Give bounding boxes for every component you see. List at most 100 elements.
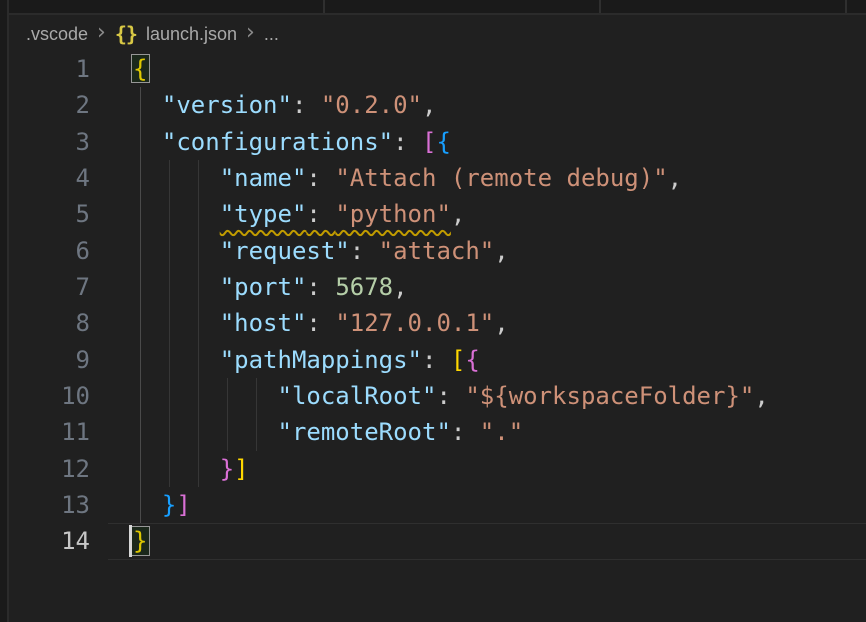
- line-number[interactable]: 2: [0, 87, 90, 123]
- json-file-icon: {}: [115, 22, 137, 46]
- code-token: "port": [220, 273, 307, 301]
- code-token: "0.2.0": [321, 91, 422, 119]
- code-text: "configurations": [{: [133, 124, 451, 160]
- code-text: "version": "0.2.0",: [133, 87, 436, 123]
- code-text: "request": "attach",: [133, 233, 509, 269]
- line-number[interactable]: 9: [0, 342, 90, 378]
- code-token: ]: [234, 455, 248, 483]
- chevron-right-icon: ›: [97, 22, 106, 44]
- code-token: ,: [451, 200, 465, 228]
- breadcrumb-item-file[interactable]: launch.json: [146, 24, 237, 45]
- breadcrumb-item-folder[interactable]: .vscode: [26, 24, 88, 45]
- code-token: "attach": [379, 237, 495, 265]
- code-token: {: [465, 346, 479, 374]
- chevron-right-icon: ›: [246, 22, 255, 44]
- current-line-highlight: [108, 523, 866, 559]
- line-number[interactable]: 4: [0, 160, 90, 196]
- code-token: "pathMappings": [220, 346, 422, 374]
- code-token: "name": [220, 164, 307, 192]
- code-token: [: [451, 346, 465, 374]
- code-line[interactable]: 4 "name": "Attach (remote debug)",: [0, 160, 866, 196]
- code-token: }: [162, 491, 176, 519]
- code-token: "${workspaceFolder}": [465, 382, 754, 410]
- line-number[interactable]: 13: [0, 487, 90, 523]
- code-text: "host": "127.0.0.1",: [133, 305, 509, 341]
- code-token: :: [292, 91, 321, 119]
- code-line[interactable]: 7 "port": 5678,: [0, 269, 866, 305]
- code-token: ,: [754, 382, 768, 410]
- code-token: :: [436, 382, 465, 410]
- code-line[interactable]: 3 "configurations": [{: [0, 124, 866, 160]
- code-token: "python": [335, 200, 451, 228]
- code-token: :: [422, 346, 451, 374]
- code-token: :: [451, 418, 480, 446]
- code-text: }: [133, 523, 147, 559]
- code-token: :: [393, 128, 422, 156]
- line-number[interactable]: 7: [0, 269, 90, 305]
- code-line[interactable]: 12 }]: [0, 451, 866, 487]
- code-token: ".": [480, 418, 523, 446]
- code-token: ,: [494, 237, 508, 265]
- code-token: ]: [176, 491, 190, 519]
- code-line[interactable]: 1{: [0, 51, 866, 87]
- sidebar-edge: [0, 0, 9, 622]
- tab-separator: [845, 0, 847, 13]
- code-token: "remoteRoot": [278, 418, 451, 446]
- code-token: {: [436, 128, 450, 156]
- text-cursor: [129, 525, 132, 557]
- vscode-editor-window: { "breadcrumb": { "folder": ".vscode", "…: [0, 0, 866, 622]
- code-line[interactable]: 8 "host": "127.0.0.1",: [0, 305, 866, 341]
- line-number[interactable]: 6: [0, 233, 90, 269]
- code-token: :: [306, 273, 335, 301]
- code-line[interactable]: 9 "pathMappings": [{: [0, 342, 866, 378]
- code-text: "remoteRoot": ".": [133, 414, 523, 450]
- code-text: "name": "Attach (remote debug)",: [133, 160, 682, 196]
- code-text: "type": "python",: [133, 196, 465, 232]
- code-token: "127.0.0.1": [335, 309, 494, 337]
- code-token: :: [306, 309, 335, 337]
- code-token: [: [422, 128, 436, 156]
- matched-bracket: }: [133, 523, 147, 559]
- code-token: 5678: [335, 273, 393, 301]
- code-line[interactable]: 2 "version": "0.2.0",: [0, 87, 866, 123]
- tab-bar: [0, 0, 866, 15]
- line-number[interactable]: 3: [0, 124, 90, 160]
- line-number[interactable]: 14: [0, 523, 90, 559]
- code-token: "host": [220, 309, 307, 337]
- code-token: ,: [393, 273, 407, 301]
- code-token: "version": [162, 91, 292, 119]
- code-token: :: [306, 200, 335, 228]
- code-line[interactable]: 13 }]: [0, 487, 866, 523]
- code-line[interactable]: 11 "remoteRoot": ".": [0, 414, 866, 450]
- breadcrumb-overflow[interactable]: ...: [264, 24, 279, 45]
- code-text: "pathMappings": [{: [133, 342, 480, 378]
- line-number[interactable]: 5: [0, 196, 90, 232]
- code-text: {: [133, 51, 147, 87]
- code-text: }]: [133, 451, 249, 487]
- code-line[interactable]: 10 "localRoot": "${workspaceFolder}",: [0, 378, 866, 414]
- line-number[interactable]: 8: [0, 305, 90, 341]
- code-token: ,: [668, 164, 682, 192]
- line-number[interactable]: 10: [0, 378, 90, 414]
- code-token: "request": [220, 237, 350, 265]
- code-line[interactable]: 14}: [0, 523, 866, 559]
- code-line[interactable]: 6 "request": "attach",: [0, 233, 866, 269]
- tab-separator: [599, 0, 601, 13]
- code-text: "port": 5678,: [133, 269, 408, 305]
- matched-bracket: {: [133, 51, 147, 87]
- code-area[interactable]: 1{2 "version": "0.2.0",3 "configurations…: [0, 51, 866, 560]
- code-text: }]: [133, 487, 191, 523]
- breadcrumb: .vscode › {} launch.json › ...: [9, 17, 866, 51]
- code-token: :: [350, 237, 379, 265]
- code-text: "localRoot": "${workspaceFolder}",: [133, 378, 769, 414]
- code-token: }: [220, 455, 234, 483]
- code-token: "localRoot": [278, 382, 437, 410]
- tab-separator: [323, 0, 325, 13]
- code-token: "configurations": [162, 128, 393, 156]
- code-line[interactable]: 5 "type": "python",: [0, 196, 866, 232]
- line-number[interactable]: 12: [0, 451, 90, 487]
- code-token: :: [306, 164, 335, 192]
- line-number[interactable]: 1: [0, 51, 90, 87]
- line-number[interactable]: 11: [0, 414, 90, 450]
- code-token: "type": [220, 200, 307, 228]
